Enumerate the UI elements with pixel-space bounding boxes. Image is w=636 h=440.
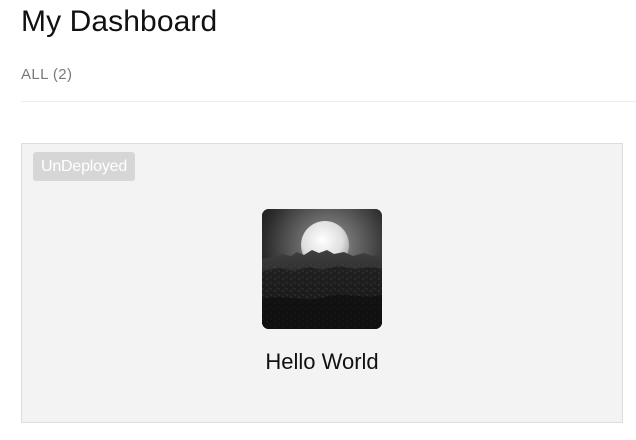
dashboard-page: My Dashboard ALL (2) UnDeployed Hello Wo… <box>0 0 636 440</box>
page-title: My Dashboard <box>21 5 218 38</box>
project-thumbnail[interactable] <box>262 209 382 329</box>
tab-all[interactable]: ALL (2) <box>21 59 72 91</box>
filter-bar: ALL (2) <box>21 59 636 102</box>
project-name[interactable]: Hello World <box>22 346 622 378</box>
status-badge: UnDeployed <box>33 152 136 181</box>
moonlit-landscape-image <box>262 209 382 329</box>
project-card[interactable]: UnDeployed Hello World <box>21 143 623 423</box>
